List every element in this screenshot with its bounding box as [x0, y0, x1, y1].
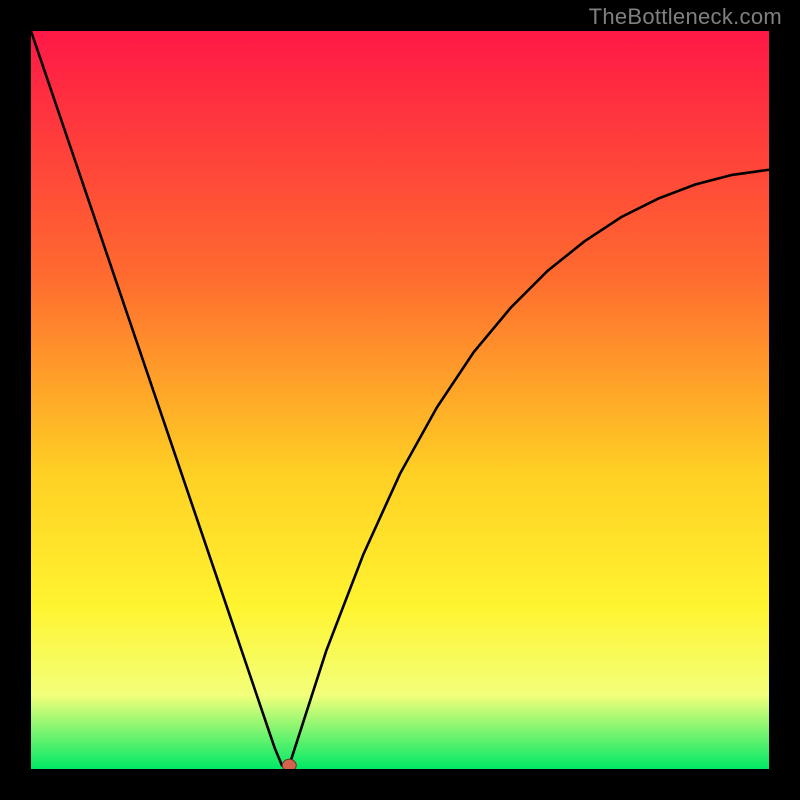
optimal-point-marker [282, 759, 296, 769]
chart-frame: TheBottleneck.com [0, 0, 800, 800]
plot-area [31, 31, 769, 769]
chart-svg [31, 31, 769, 769]
gradient-background [31, 31, 769, 769]
watermark-text: TheBottleneck.com [589, 4, 782, 30]
